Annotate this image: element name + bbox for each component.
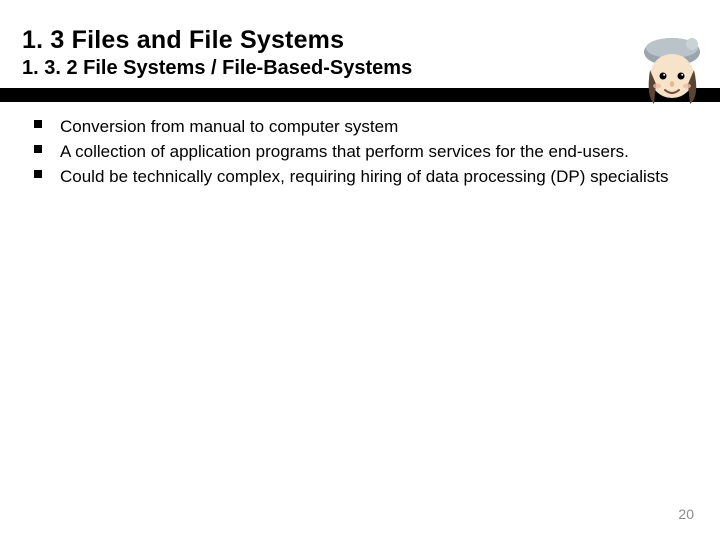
list-item: A collection of application programs tha…: [34, 141, 686, 164]
bullet-square-icon: [34, 120, 42, 128]
slide-subtitle: 1. 3. 2 File Systems / File-Based-System…: [22, 57, 698, 80]
list-item: Conversion from manual to computer syste…: [34, 116, 686, 139]
header: 1. 3 Files and File Systems 1. 3. 2 File…: [0, 0, 720, 80]
list-item-text: Could be technically complex, requiring …: [60, 167, 669, 186]
page-number: 20: [678, 506, 694, 522]
bullet-list: Conversion from manual to computer syste…: [34, 116, 686, 189]
list-item-text: Conversion from manual to computer syste…: [60, 117, 398, 136]
slide-title: 1. 3 Files and File Systems: [22, 26, 698, 55]
list-item-text: A collection of application programs tha…: [60, 142, 629, 161]
bullet-square-icon: [34, 145, 42, 153]
list-item: Could be technically complex, requiring …: [34, 166, 686, 189]
slide: 1. 3 Files and File Systems 1. 3. 2 File…: [0, 0, 720, 540]
bullet-square-icon: [34, 170, 42, 178]
divider-bar: [0, 88, 720, 102]
content-area: Conversion from manual to computer syste…: [0, 102, 720, 189]
avatar-cartoon: [632, 26, 712, 104]
